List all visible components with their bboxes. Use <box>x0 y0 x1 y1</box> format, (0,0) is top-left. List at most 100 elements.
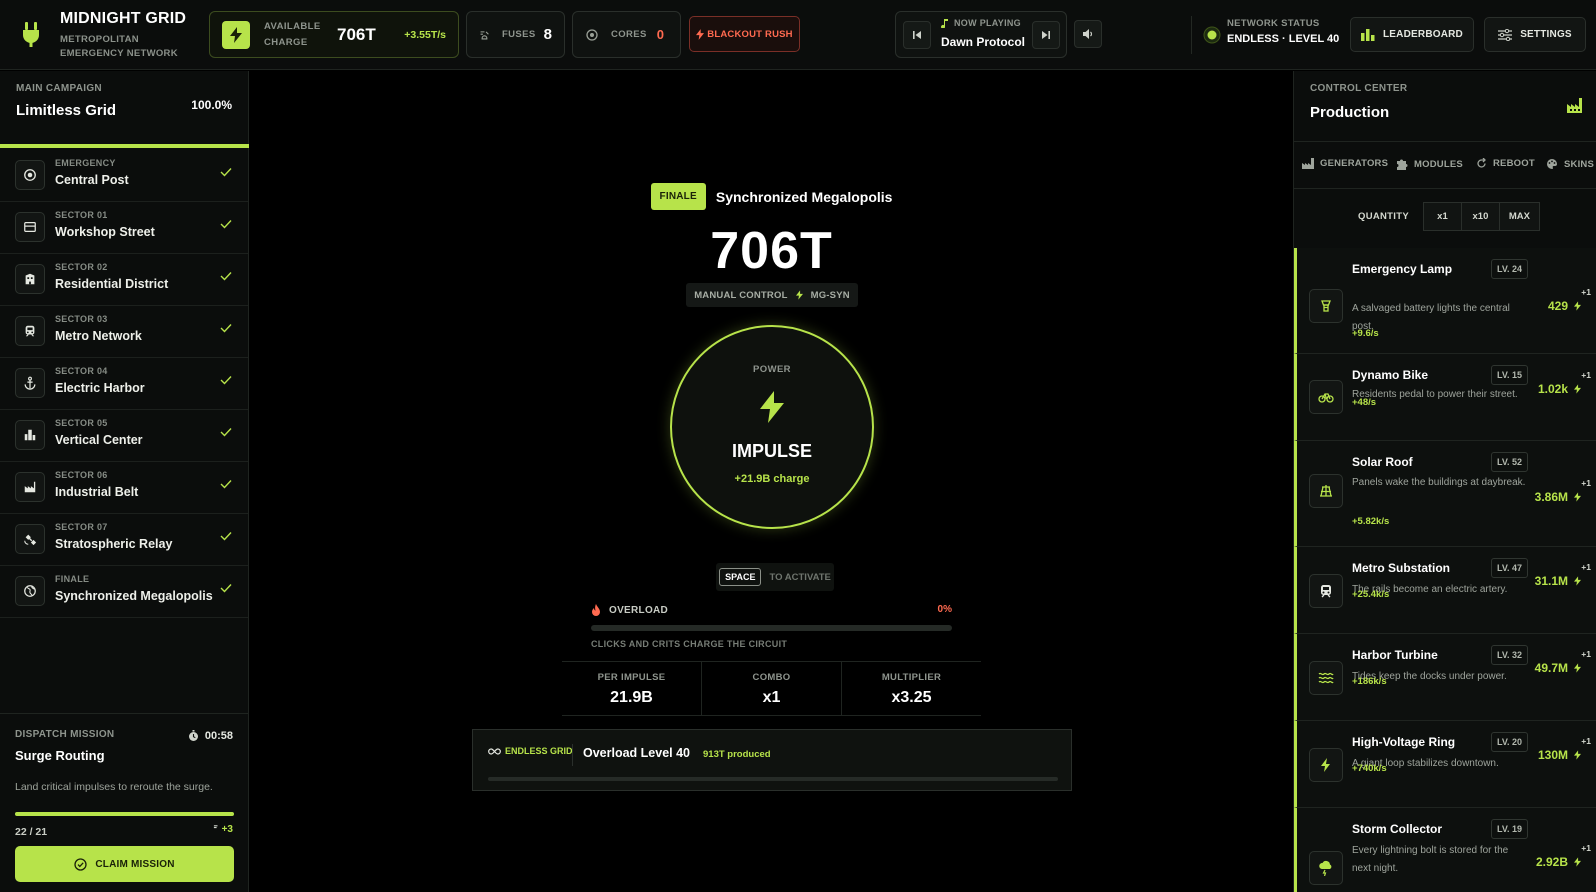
satellite-icon <box>15 524 45 554</box>
divider <box>1191 16 1192 54</box>
sector-item[interactable]: SECTOR 01 Workshop Street <box>0 202 248 254</box>
sector-item[interactable]: FINALE Synchronized Megalopolis <box>0 566 248 618</box>
waves-icon <box>1309 661 1343 695</box>
endless-label: ENDLESS GRID <box>505 746 573 756</box>
generator-card[interactable]: Emergency Lamp LV. 24 A salvaged battery l… <box>1294 248 1596 354</box>
blackout-rush-button[interactable]: BLACKOUT RUSH <box>689 16 800 52</box>
network-status: NETWORK STATUS ENDLESS · LEVEL 40 <box>1203 18 1339 45</box>
check-icon <box>220 532 232 541</box>
charge-counter: 706T <box>710 222 833 280</box>
charge-rate: +3.55T/s <box>404 28 446 41</box>
claim-mission-button[interactable]: CLAIM MISSION <box>15 846 234 882</box>
stage-header: FINALE Synchronized Megalopolis <box>250 183 1293 210</box>
train-icon <box>15 316 45 346</box>
generator-level: LV. 15 <box>1491 365 1529 385</box>
sector-item[interactable]: SECTOR 05 Vertical Center <box>0 410 248 462</box>
factory-icon <box>1302 158 1314 169</box>
bar-chart-icon <box>1361 28 1375 41</box>
sector-item[interactable]: SECTOR 03 Metro Network <box>0 306 248 358</box>
sector-item[interactable]: EMERGENCY Central Post <box>0 150 248 202</box>
bolt-icon <box>1574 750 1581 760</box>
generator-card[interactable]: Solar Roof LV. 52 Panels wake the building… <box>1294 441 1596 547</box>
impulse-button[interactable]: POWER IMPULSE +21.9B charge <box>670 325 874 529</box>
tab-reboot[interactable]: REBOOT <box>1476 158 1535 169</box>
check-icon <box>220 272 232 281</box>
control-title: Production <box>1310 104 1390 121</box>
campaign-label: MAIN CAMPAIGN <box>16 83 102 94</box>
endless-title: Overload Level 40 <box>583 746 691 760</box>
generator-card[interactable]: Dynamo Bike LV. 15 Residents pedal to powe… <box>1294 354 1596 441</box>
flame-icon <box>592 604 600 616</box>
dispatch-mission: DISPATCH MISSION 00:58 Surge Routing Lan… <box>0 713 249 892</box>
generator-card[interactable]: High-Voltage Ring LV. 20 A giant loop stab… <box>1294 721 1596 808</box>
overload-percent: 0% <box>937 604 952 615</box>
stat-label: PER IMPULSE <box>597 672 666 683</box>
next-track-button[interactable] <box>1032 21 1060 49</box>
space-key: SPACE <box>719 568 762 586</box>
quantity-max-button[interactable]: MAX <box>1499 202 1540 231</box>
bolt-icon <box>760 391 784 423</box>
quantity-x1-button[interactable]: x1 <box>1422 202 1462 231</box>
sector-name: Workshop Street <box>55 225 155 239</box>
endless-produced: 913T produced <box>703 749 771 760</box>
bike-icon <box>1309 380 1343 414</box>
top-bar: MIDNIGHT GRID METROPOLITAN EMERGENCY NET… <box>0 0 1596 70</box>
game-stage: FINALE Synchronized Megalopolis 706T MAN… <box>250 71 1293 892</box>
sector-tag: FINALE <box>55 574 90 584</box>
check-icon <box>220 168 232 177</box>
previous-track-button[interactable] <box>903 21 931 49</box>
tower-icon <box>15 420 45 450</box>
finale-badge: FINALE <box>650 183 706 210</box>
quantity-x10-button[interactable]: x10 <box>1461 202 1500 231</box>
settings-button[interactable]: SETTINGS <box>1484 17 1586 52</box>
generator-card[interactable]: Storm Collector LV. 19 Every lightning bol… <box>1294 808 1596 892</box>
reward-value: +3 <box>221 824 233 835</box>
generator-description: Panels wake the buildings at daybreak. <box>1352 477 1526 488</box>
bolt-icon <box>222 20 250 49</box>
tab-label: GENERATORS <box>1320 158 1389 169</box>
tab-skins[interactable]: SKINS <box>1546 158 1594 170</box>
tab-generators[interactable]: GENERATORS <box>1302 158 1388 169</box>
cores-chip: CORES 0 <box>572 11 681 58</box>
leaderboard-button[interactable]: LEADERBOARD <box>1350 17 1474 52</box>
volume-button[interactable] <box>1074 20 1102 48</box>
train-icon <box>1309 574 1343 608</box>
charge-value: 706T <box>337 24 376 44</box>
generator-cost: 429 <box>1548 299 1581 313</box>
sector-name: Electric Harbor <box>55 381 145 395</box>
dispatch-progress-fill <box>15 812 234 816</box>
sliders-icon <box>1498 28 1513 41</box>
claim-label: CLAIM MISSION <box>95 858 175 870</box>
tab-label: REBOOT <box>1493 158 1535 169</box>
core-icon <box>586 28 598 41</box>
tab-modules[interactable]: MODULES <box>1396 158 1463 170</box>
sector-item[interactable]: SECTOR 06 Industrial Belt <box>0 462 248 514</box>
sector-item[interactable]: SECTOR 07 Stratospheric Relay <box>0 514 248 566</box>
overload-bar <box>591 625 952 631</box>
bolt-icon <box>1574 663 1581 673</box>
storm-icon <box>1309 851 1343 885</box>
check-icon <box>220 220 232 229</box>
sector-item[interactable]: SECTOR 02 Residential District <box>0 254 248 306</box>
generator-rate: +9.6/s <box>1352 328 1379 339</box>
stat-combo: COMBO x1 <box>702 662 842 715</box>
dispatch-description: Land critical impulses to reroute the su… <box>15 781 213 793</box>
overload-meter: OVERLOAD 0% CLICKS AND CRITS CHARGE THE … <box>591 604 952 649</box>
lamp-icon <box>1309 289 1343 323</box>
generator-name: Metro Substation <box>1352 561 1450 575</box>
settings-label: SETTINGS <box>1520 29 1572 40</box>
generator-cost: 1.02k <box>1538 382 1581 396</box>
sector-name: Residential District <box>55 277 169 291</box>
generator-card[interactable]: Harbor Turbine LV. 32 Tides keep the docks… <box>1294 634 1596 721</box>
generator-level: LV. 24 <box>1491 259 1529 279</box>
sector-item[interactable]: SECTOR 04 Electric Harbor <box>0 358 248 410</box>
sector-list: EMERGENCY Central Post SECTOR 01 Workshop S… <box>0 150 248 618</box>
sector-tag: EMERGENCY <box>55 158 116 168</box>
music-note-icon <box>941 19 948 28</box>
dispatch-timer: 00:58 <box>188 730 233 742</box>
fuse-icon <box>480 30 489 39</box>
generator-card[interactable]: Metro Substation LV. 47 The rails become a… <box>1294 547 1596 634</box>
cost-value: 31.1M <box>1534 574 1568 588</box>
brand-title: MIDNIGHT GRID <box>60 10 187 27</box>
skip-forward-icon <box>1042 31 1050 39</box>
